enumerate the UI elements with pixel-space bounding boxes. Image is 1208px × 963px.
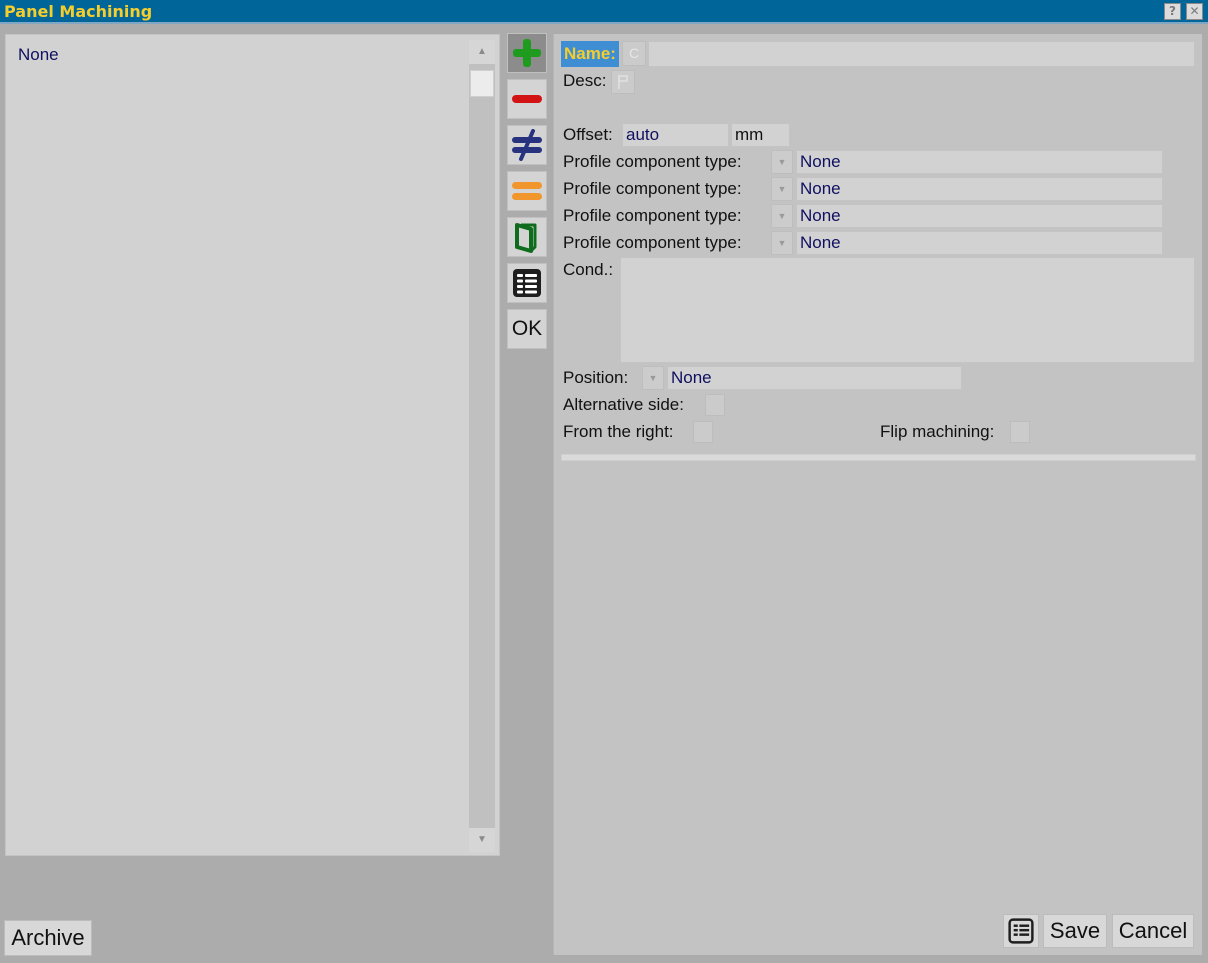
flip-machining-label: Flip machining:	[880, 422, 995, 441]
properties-form: Name: C Desc: Offset: auto mm Profile co…	[553, 34, 1202, 955]
list-icon	[1008, 918, 1034, 944]
ok-label: OK	[511, 317, 543, 340]
copy-icon	[515, 223, 537, 253]
machining-list[interactable]: None ▲ ▼	[5, 34, 500, 856]
offset-label: Offset:	[563, 125, 613, 144]
remove-icon	[512, 95, 542, 103]
list-view-button-bottom[interactable]	[1003, 914, 1039, 948]
profile-type-field[interactable]: None	[796, 177, 1163, 201]
desc-label: Desc:	[563, 71, 607, 90]
list-icon	[513, 269, 541, 297]
offset-field[interactable]: auto	[622, 123, 729, 147]
profile-type-label: Profile component type:	[563, 179, 742, 198]
copy-button[interactable]	[507, 217, 547, 257]
desc-flag-button[interactable]	[611, 70, 635, 94]
scroll-down-icon[interactable]: ▼	[469, 828, 495, 852]
title-bar: Panel Machining ? ✕	[0, 0, 1208, 24]
list-view-button[interactable]	[507, 263, 547, 303]
chevron-down-icon[interactable]: ▼	[771, 204, 793, 228]
flag-icon	[618, 75, 628, 89]
position-field[interactable]: None	[667, 366, 962, 390]
alternative-side-label: Alternative side:	[563, 395, 684, 414]
action-toolbar: OK	[502, 28, 552, 963]
chevron-down-icon[interactable]: ▼	[642, 366, 664, 390]
ok-button[interactable]: OK	[507, 309, 547, 349]
profile-type-field[interactable]: None	[796, 150, 1163, 174]
equal-icon	[512, 182, 542, 200]
chevron-down-icon[interactable]: ▼	[771, 150, 793, 174]
profile-type-label: Profile component type:	[563, 233, 742, 252]
not-equal-icon	[512, 129, 542, 161]
offset-unit[interactable]: mm	[731, 123, 790, 147]
help-button[interactable]: ?	[1164, 3, 1181, 20]
window-title: Panel Machining	[4, 2, 153, 21]
name-prefix: C	[622, 41, 646, 66]
archive-button[interactable]: Archive	[4, 920, 92, 956]
save-button[interactable]: Save	[1043, 914, 1107, 948]
chevron-down-icon[interactable]: ▼	[771, 231, 793, 255]
add-icon	[513, 39, 541, 67]
from-right-checkbox[interactable]	[693, 421, 713, 443]
profile-type-field[interactable]: None	[796, 231, 1163, 255]
cond-label: Cond.:	[563, 260, 614, 279]
list-scrollbar[interactable]: ▲ ▼	[469, 40, 495, 852]
chevron-down-icon[interactable]: ▼	[771, 177, 793, 201]
profile-type-label: Profile component type:	[563, 206, 742, 225]
equal-button[interactable]	[507, 171, 547, 211]
profile-type-field[interactable]: None	[796, 204, 1163, 228]
add-button[interactable]	[507, 33, 547, 73]
name-field[interactable]	[648, 41, 1195, 67]
list-item[interactable]: None	[18, 45, 59, 65]
alternative-side-checkbox[interactable]	[705, 394, 725, 416]
not-equal-button[interactable]	[507, 125, 547, 165]
flip-machining-checkbox[interactable]	[1010, 421, 1030, 443]
cancel-button[interactable]: Cancel	[1112, 914, 1194, 948]
name-label: Name:	[561, 41, 619, 67]
from-right-label: From the right:	[563, 422, 674, 441]
position-label: Position:	[563, 368, 629, 387]
scroll-up-icon[interactable]: ▲	[469, 40, 495, 64]
scroll-thumb[interactable]	[470, 70, 494, 97]
remove-button[interactable]	[507, 79, 547, 119]
cond-textarea[interactable]	[620, 257, 1195, 363]
profile-type-label: Profile component type:	[563, 152, 742, 171]
close-button[interactable]: ✕	[1186, 3, 1203, 20]
separator-bar	[561, 454, 1196, 461]
